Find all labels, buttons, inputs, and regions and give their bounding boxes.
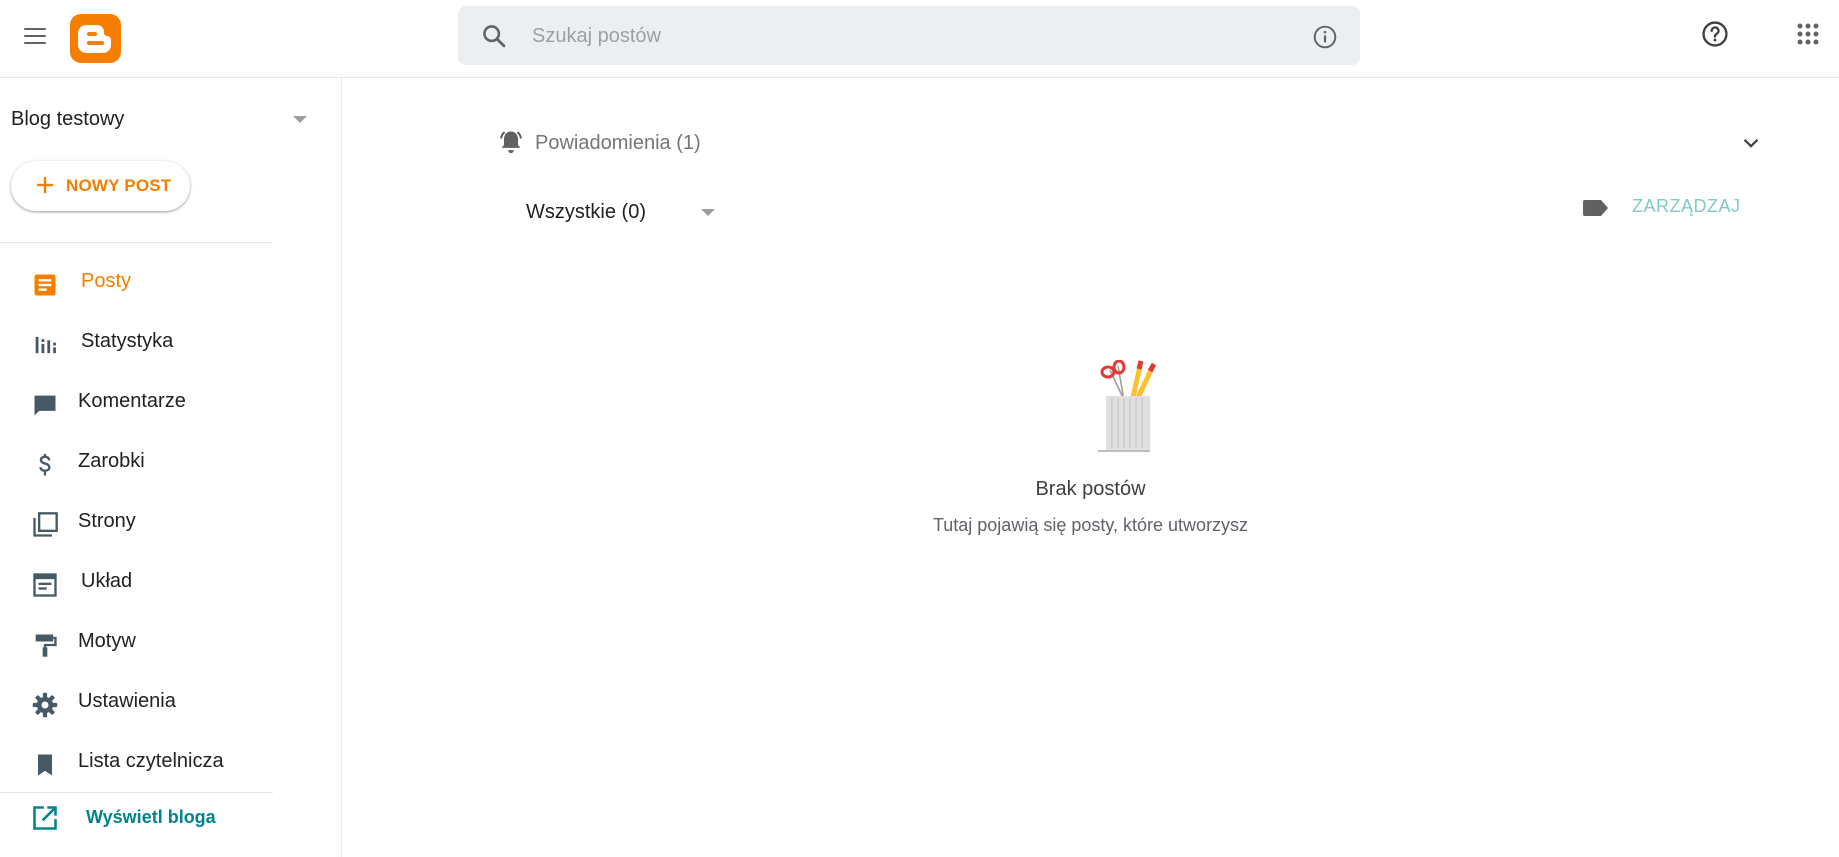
notifications-bar[interactable]: Powiadomienia (1) [497,124,1762,164]
sidebar-item-label: Lista czytelnicza [78,750,224,772]
search-bar [458,6,1360,65]
layout-icon [33,573,57,597]
manage-labels-button[interactable]: ZARZĄDZAJ [1632,196,1741,217]
new-post-button[interactable]: NOWY POST [11,161,190,211]
empty-state-title: Brak postów [1035,478,1146,500]
post-filter-dropdown[interactable]: Wszystkie (0) [526,194,726,230]
sidebar-item-comments[interactable]: Komentarze [0,375,273,431]
sidebar-item-theme[interactable]: Motyw [0,615,273,671]
sidebar-item-label: Zarobki [78,450,145,472]
caret-down-icon [293,116,307,123]
sidebar-item-label: Strony [78,510,136,532]
label-tag-icon[interactable] [1582,196,1610,220]
pages-icon [33,512,58,537]
sidebar-item-label: Statystyka [81,330,174,352]
sidebar-item-label: Posty [81,270,132,292]
main-content: Powiadomienia (1) Wszystkie (0) ZARZĄDZA… [342,78,1839,857]
paint-roller-icon [35,634,57,657]
sidebar-item-stats[interactable]: Statystyka [0,315,273,371]
gear-icon [32,692,58,718]
sidebar: Blog testowy NOWY POST Posty Statystyka … [0,78,342,857]
bookmark-icon [38,754,52,776]
plus-icon [37,177,53,193]
sidebar-item-label: Ustawienia [78,690,176,712]
divider [0,242,273,243]
posts-icon [34,274,56,296]
top-bar [0,0,1839,78]
blogger-logo[interactable] [70,14,121,63]
sidebar-item-posts[interactable]: Posty [0,255,273,311]
help-icon[interactable] [1701,20,1729,48]
filter-label: Wszystkie (0) [526,201,646,223]
blog-selector[interactable]: Blog testowy [11,104,311,134]
bell-alert-icon [500,131,522,154]
chevron-down-icon[interactable] [1740,132,1762,154]
apps-grid-icon[interactable] [1796,22,1820,46]
view-blog-link[interactable]: Wyświetl bloga [0,792,273,842]
view-blog-label: Wyświetl bloga [86,807,216,827]
menu-icon[interactable] [21,23,49,51]
search-input[interactable] [530,16,1234,56]
sidebar-item-earnings[interactable]: Zarobki [0,435,273,491]
sidebar-item-pages[interactable]: Strony [0,495,273,551]
new-post-label: NOWY POST [66,176,172,195]
dollar-icon [39,453,51,476]
notifications-label: Powiadomienia (1) [535,132,701,154]
sidebar-item-label: Motyw [78,630,136,652]
sidebar-item-reading-list[interactable]: Lista czytelnicza [0,735,273,791]
caret-down-icon [701,209,715,216]
info-icon[interactable] [1312,24,1338,50]
open-external-icon [33,806,57,830]
search-icon[interactable] [480,22,508,50]
sidebar-item-label: Komentarze [78,390,186,412]
sidebar-item-label: Układ [81,570,133,592]
empty-pencil-cup-illustration [1098,360,1157,452]
empty-state-subtitle: Tutaj pojawią się posty, które utworzysz [932,515,1249,535]
sidebar-item-layout[interactable]: Układ [0,555,273,611]
blog-name: Blog testowy [11,108,125,130]
stats-icon [35,336,56,354]
sidebar-item-settings[interactable]: Ustawienia [0,675,273,731]
comments-icon [34,395,56,416]
